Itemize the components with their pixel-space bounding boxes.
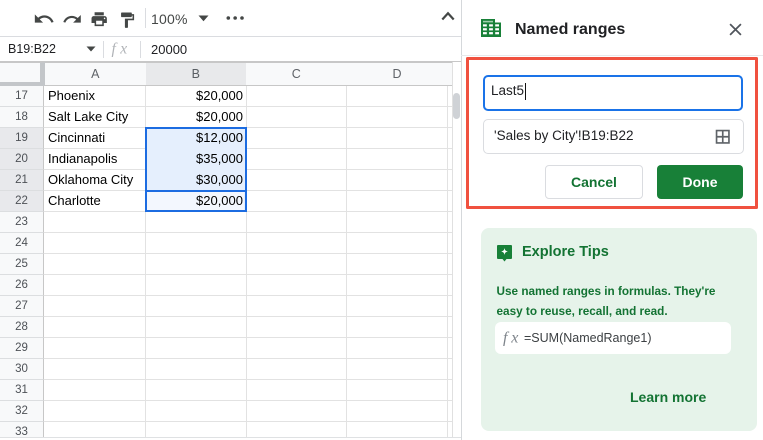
svg-text:f: f bbox=[503, 329, 510, 346]
svg-text:x: x bbox=[510, 329, 518, 346]
svg-text:x: x bbox=[119, 41, 127, 58]
svg-text:f: f bbox=[112, 41, 119, 58]
